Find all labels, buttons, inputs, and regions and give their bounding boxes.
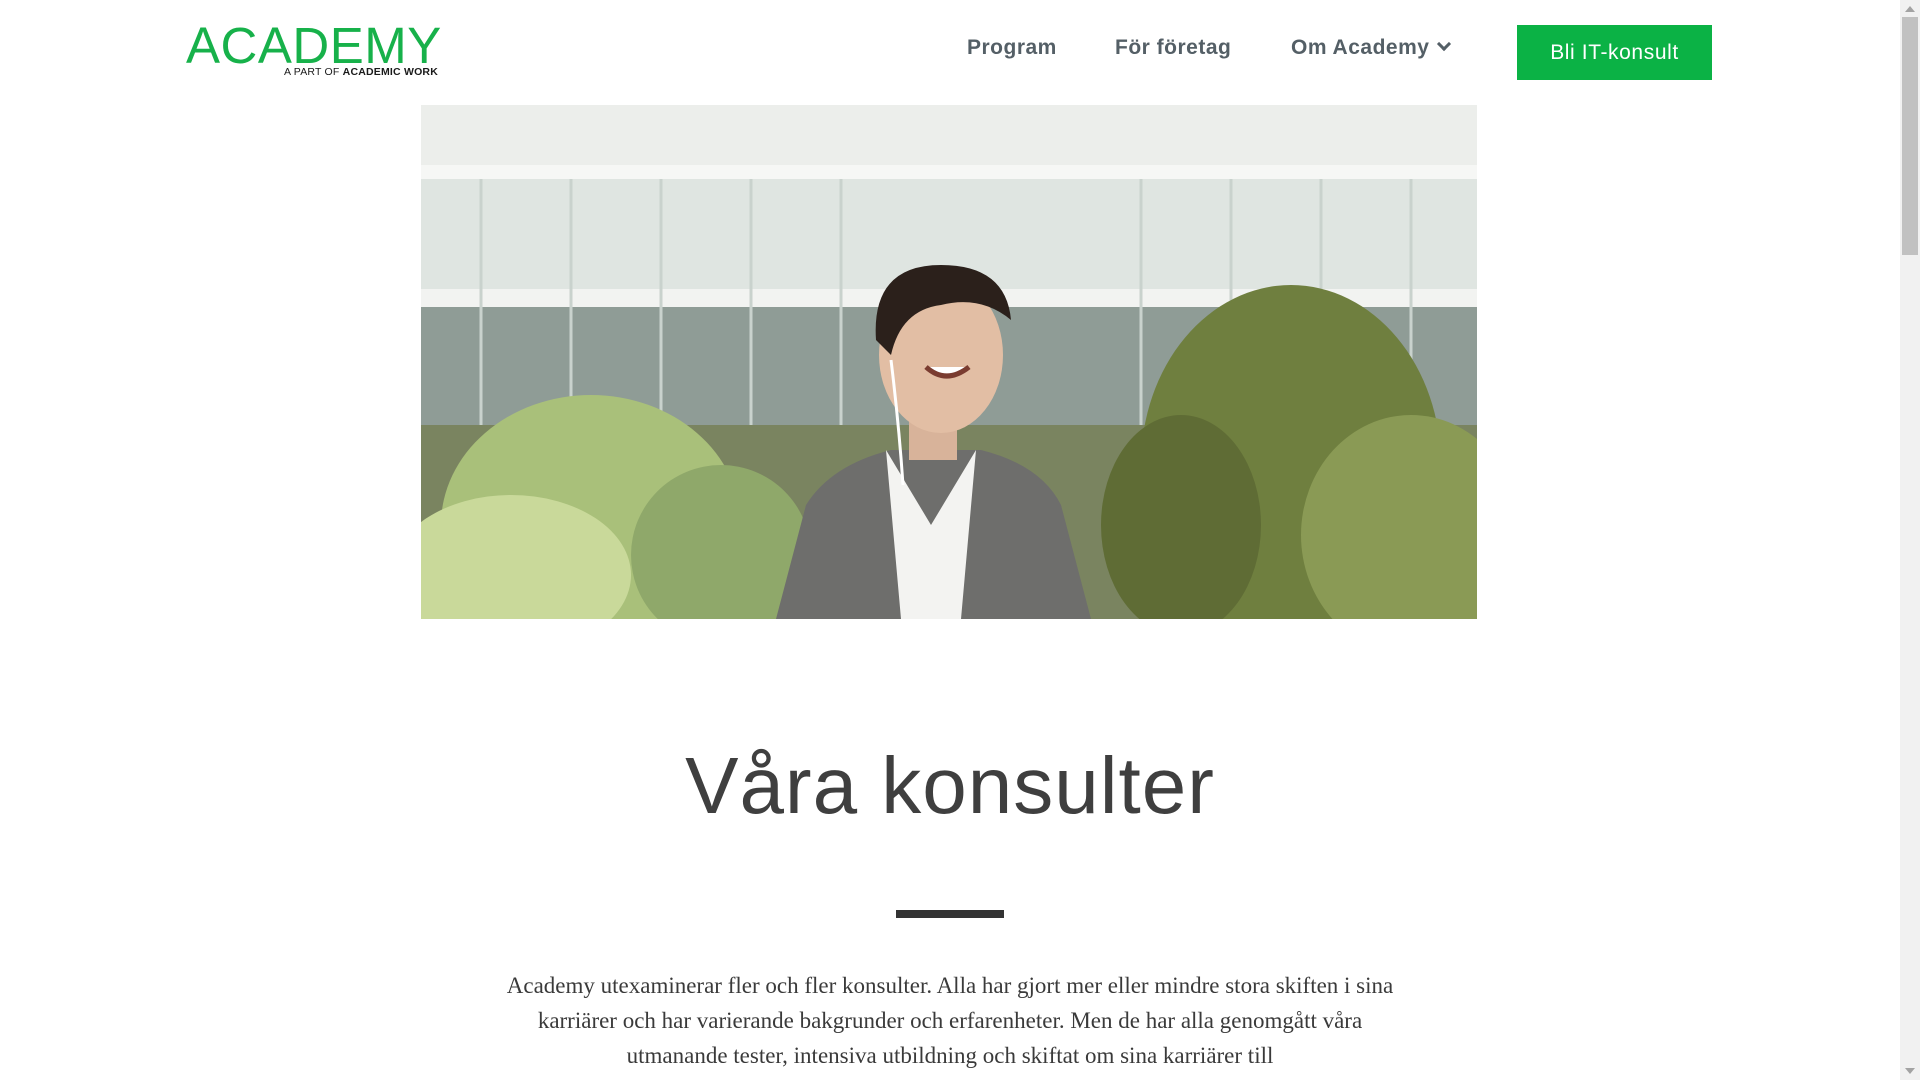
hero-photo-illustration <box>421 105 1477 619</box>
nav-item-om-academy-label: Om Academy <box>1291 36 1430 59</box>
intro-paragraph: Academy utexaminerar fler och fler konsu… <box>506 973 1394 1068</box>
logo-wordmark: ACADEMY <box>186 17 442 74</box>
logo-tagline-brand: ACADEMIC WORK <box>342 66 438 78</box>
title-divider <box>896 910 1004 918</box>
nav-item-program[interactable]: Program <box>967 36 1057 60</box>
scroll-down-arrow-icon[interactable] <box>1905 1068 1915 1074</box>
page-title: Våra konsulter <box>685 741 1215 830</box>
logo-tagline-prefix: A PART OF <box>284 66 340 78</box>
nav-item-om-academy[interactable]: Om Academy <box>1291 36 1452 60</box>
logo-tagline: A PART OF ACADEMIC WORK <box>284 66 438 78</box>
page-scrollbar[interactable] <box>1900 0 1920 1080</box>
hero-image <box>421 105 1477 619</box>
scrollbar-thumb[interactable] <box>1902 17 1918 255</box>
scroll-up-arrow-icon[interactable] <box>1905 6 1915 12</box>
academy-logo[interactable]: ACADEMY A PART OF ACADEMIC WORK <box>186 17 442 82</box>
nav-item-for-foretag[interactable]: För företag <box>1115 36 1231 60</box>
site-header: ACADEMY A PART OF ACADEMIC WORK Program … <box>0 0 1900 105</box>
bli-it-konsult-button[interactable]: Bli IT-konsult <box>1517 25 1712 80</box>
chevron-down-icon <box>1437 36 1452 52</box>
